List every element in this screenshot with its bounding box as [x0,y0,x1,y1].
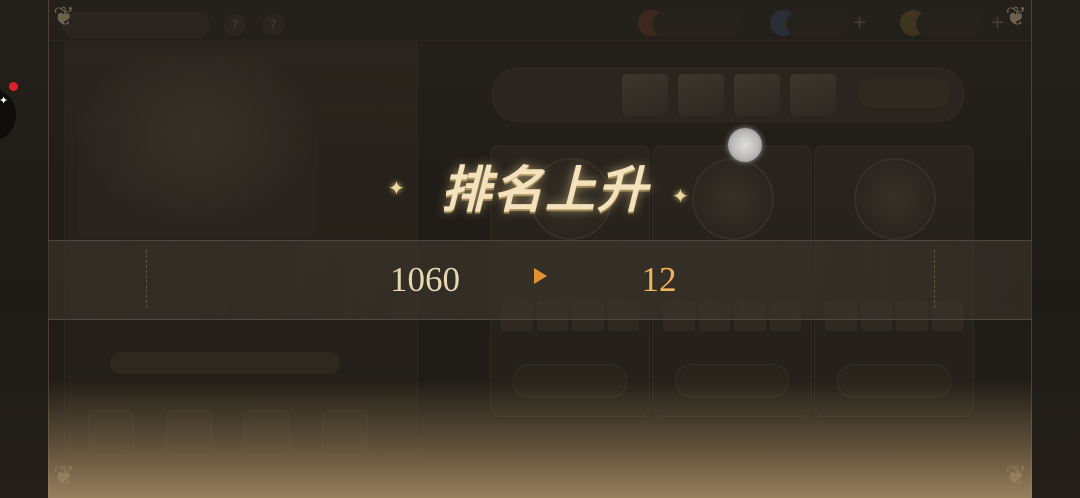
corner-ornament-icon: ❦ [53,2,75,32]
game-screen: ? ? + + ❦ ❦ ✦ ✦ 排名上升 ✦ 1060 12 [0,0,1080,498]
bottom-glow [48,380,1032,498]
triangle-right-icon [534,268,547,284]
band-divider [146,250,147,308]
sparkle-icon: ✦ [0,94,9,107]
rank-up-title: 排名上升 [441,160,649,219]
notification-dot [9,82,18,91]
new-rank-value: 12 [641,260,677,299]
band-divider [934,250,935,308]
sparkle-left-icon: ✦ [388,176,405,200]
old-rank-value: 1060 [390,260,460,299]
sparkle-right-icon: ✦ [672,184,689,208]
touch-indicator [728,128,762,162]
corner-ornament-icon: ❦ [1005,2,1027,32]
